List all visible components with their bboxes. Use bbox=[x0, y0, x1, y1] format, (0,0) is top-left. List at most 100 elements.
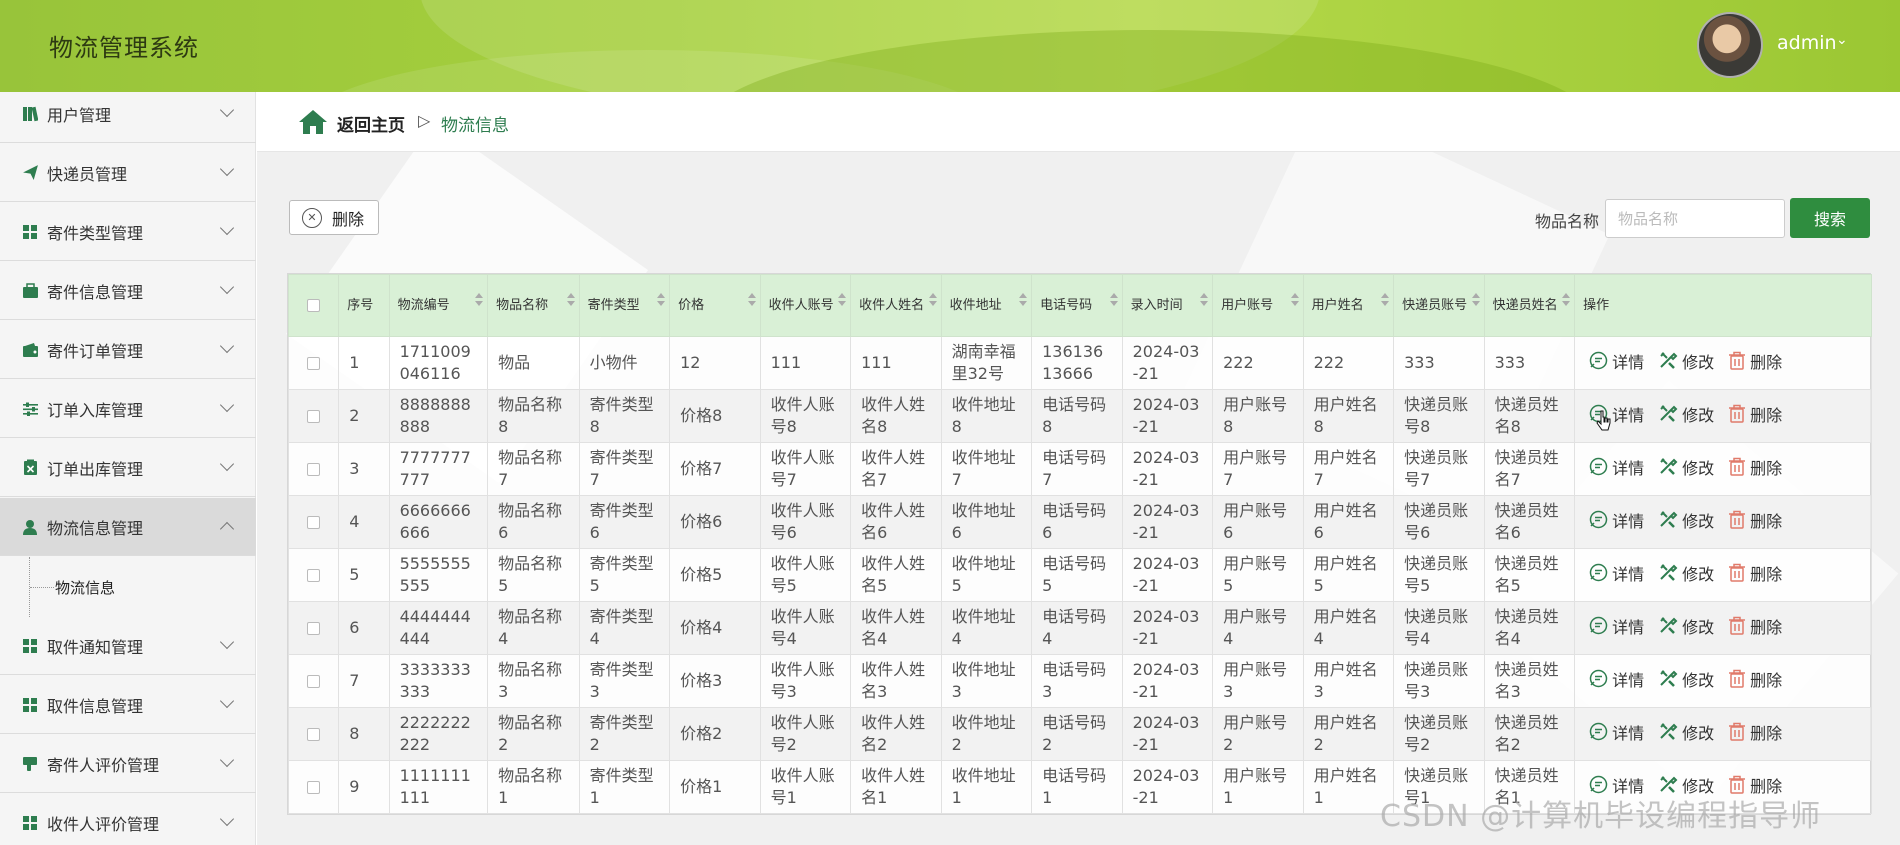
table-cell: 2222222222 bbox=[388, 707, 489, 761]
row-select-cell[interactable] bbox=[287, 548, 340, 602]
table-row[interactable]: 2 8888888888 物品名称8 寄件类型8 价格8 收件人账号8 收件人姓名8 收件地址… bbox=[287, 389, 1872, 443]
row-select-cell[interactable] bbox=[287, 760, 340, 814]
sidebar-item-receiver-review-management[interactable]: 收件人评价管理 bbox=[0, 794, 256, 845]
row-select-cell[interactable] bbox=[287, 389, 340, 443]
sidebar-item-user-management[interactable]: 用户管理 bbox=[0, 85, 256, 143]
sidebar-item-pickup-notice-management[interactable]: 取件通知管理 bbox=[0, 617, 256, 675]
row-select-cell[interactable] bbox=[287, 654, 340, 708]
table-cell: 用户账号8 bbox=[1212, 389, 1304, 443]
column-header-sortable[interactable]: 快递员账号 bbox=[1393, 274, 1485, 337]
row-select-cell[interactable] bbox=[287, 495, 340, 549]
sidebar-submenu-logistics-info[interactable]: 物流信息 bbox=[0, 557, 256, 617]
table-row[interactable]: 3 7777777777 物品名称7 寄件类型7 价格7 收件人账号7 收件人姓名7 收件地址… bbox=[287, 442, 1872, 496]
row-checkbox[interactable] bbox=[307, 727, 321, 741]
row-checkbox[interactable] bbox=[307, 568, 321, 582]
detail-button[interactable]: 详情 bbox=[1589, 722, 1644, 747]
table-cell: 收件人姓名4 bbox=[850, 601, 942, 655]
delete-button[interactable]: 删除 bbox=[1728, 722, 1782, 747]
avatar[interactable] bbox=[1697, 12, 1763, 78]
sidebar-item-outbound-management[interactable]: 订单出库管理 bbox=[0, 439, 256, 497]
row-checkbox[interactable] bbox=[307, 409, 321, 423]
detail-button[interactable]: 详情 bbox=[1589, 510, 1644, 535]
select-all-checkbox[interactable] bbox=[307, 299, 321, 312]
table-row[interactable]: 7 3333333333 物品名称3 寄件类型3 价格3 收件人账号3 收件人姓名3 收件地址… bbox=[287, 654, 1872, 708]
detail-button[interactable]: 详情 bbox=[1589, 616, 1644, 641]
delete-button[interactable]: 删除 bbox=[1728, 457, 1782, 482]
chevron-down-icon[interactable]: ⌄ bbox=[1836, 32, 1848, 48]
column-header-sortable[interactable]: 快递员姓名 bbox=[1483, 274, 1576, 337]
table-cell: 6 bbox=[338, 601, 390, 655]
breadcrumb-home-link[interactable]: 返回主页 bbox=[337, 111, 405, 136]
delete-button[interactable]: 删除 bbox=[1728, 510, 1782, 535]
header-select-all[interactable] bbox=[287, 274, 340, 337]
delete-button[interactable]: 删除 bbox=[1728, 404, 1782, 429]
user-menu-name[interactable]: admin bbox=[1777, 32, 1837, 54]
sidebar-item-inbound-management[interactable]: 订单入库管理 bbox=[0, 380, 256, 438]
table-header-row: 序号 物流编号 物品名称 寄件类型 价格 收件人账号 收件人姓名 收件地址 电话… bbox=[287, 274, 1872, 337]
row-checkbox[interactable] bbox=[307, 462, 321, 476]
edit-button[interactable]: 修改 bbox=[1658, 456, 1714, 482]
column-header-sortable[interactable]: 用户账号 bbox=[1212, 274, 1304, 337]
detail-button[interactable]: 详情 bbox=[1589, 669, 1644, 694]
row-select-cell[interactable] bbox=[287, 336, 340, 390]
delete-button[interactable]: 删除 bbox=[1728, 351, 1782, 376]
table-cell: 用户账号4 bbox=[1212, 601, 1304, 655]
row-checkbox[interactable] bbox=[307, 621, 321, 635]
table-cell: 1 bbox=[338, 336, 390, 390]
row-select-cell[interactable] bbox=[287, 442, 340, 496]
edit-button[interactable]: 修改 bbox=[1658, 668, 1714, 694]
table-cell: 收件人账号7 bbox=[759, 442, 852, 496]
column-header-sortable[interactable]: 收件人姓名 bbox=[850, 274, 942, 337]
row-checkbox[interactable] bbox=[307, 515, 321, 529]
row-select-cell[interactable] bbox=[287, 601, 340, 655]
row-select-cell[interactable] bbox=[287, 707, 340, 761]
detail-button[interactable]: 详情 bbox=[1589, 457, 1644, 482]
edit-button[interactable]: 修改 bbox=[1658, 721, 1714, 747]
table-cell: 收件人姓名8 bbox=[850, 389, 942, 443]
sidebar-item-shipment-info-management[interactable]: 寄件信息管理 bbox=[0, 262, 256, 320]
edit-button[interactable]: 修改 bbox=[1658, 615, 1714, 641]
table-row[interactable]: 1 1711009046116 物品 小物件 12 111 111 湖南幸福里32号 13613… bbox=[287, 336, 1872, 390]
sidebar-item-logistics-info-management[interactable]: 物流信息管理 bbox=[0, 498, 256, 556]
detail-button[interactable]: 详情 bbox=[1589, 563, 1644, 588]
delete-button[interactable]: 删除 bbox=[1728, 563, 1782, 588]
row-checkbox[interactable] bbox=[307, 356, 321, 370]
delete-button[interactable]: 删除 bbox=[1728, 616, 1782, 641]
table-cell: 快递员账号7 bbox=[1393, 442, 1485, 496]
column-header-sortable[interactable]: 物流编号 bbox=[388, 274, 489, 337]
delete-button[interactable]: 删除 bbox=[1728, 669, 1782, 694]
column-header-sortable[interactable]: 收件人账号 bbox=[759, 274, 852, 337]
search-button[interactable]: 搜索 bbox=[1790, 198, 1870, 238]
row-checkbox[interactable] bbox=[307, 780, 321, 794]
column-header-sortable[interactable]: 用户姓名 bbox=[1302, 274, 1395, 337]
table-row[interactable]: 5 5555555555 物品名称5 寄件类型5 价格5 收件人账号5 收件人姓名5 收件地址… bbox=[287, 548, 1872, 602]
sidebar-item-shipment-order-management[interactable]: 寄件订单管理 bbox=[0, 321, 256, 379]
table-cell: 价格3 bbox=[669, 654, 761, 708]
column-header-sortable[interactable]: 录入时间 bbox=[1121, 274, 1214, 337]
table-cell: 寄件类型4 bbox=[578, 601, 671, 655]
column-header-sortable[interactable]: 寄件类型 bbox=[578, 274, 671, 337]
column-header-sortable[interactable]: 收件地址 bbox=[940, 274, 1033, 337]
table-row[interactable]: 8 2222222222 物品名称2 寄件类型2 价格2 收件人账号2 收件人姓名2 收件地址… bbox=[287, 707, 1872, 761]
column-header-sortable[interactable]: 物品名称 bbox=[487, 274, 580, 337]
edit-button[interactable]: 修改 bbox=[1658, 350, 1714, 376]
sidebar-item-shipment-type-management[interactable]: 寄件类型管理 bbox=[0, 203, 256, 261]
sidebar-item-pickup-info-management[interactable]: 取件信息管理 bbox=[0, 676, 256, 734]
bulk-delete-button[interactable]: ✕ 删除 bbox=[289, 200, 379, 235]
sidebar-item-sender-review-management[interactable]: 寄件人评价管理 bbox=[0, 735, 256, 793]
table-row[interactable]: 4 6666666666 物品名称6 寄件类型6 价格6 收件人账号6 收件人姓名6 收件地址… bbox=[287, 495, 1872, 549]
detail-button[interactable]: 详情 bbox=[1589, 351, 1644, 376]
trash-icon bbox=[1728, 616, 1750, 641]
row-checkbox[interactable] bbox=[307, 674, 321, 688]
table-cell: 用户账号3 bbox=[1212, 654, 1304, 708]
column-header-sortable[interactable]: 价格 bbox=[669, 274, 761, 337]
sidebar-item-courier-management[interactable]: 快递员管理 bbox=[0, 144, 256, 202]
edit-button[interactable]: 修改 bbox=[1658, 403, 1714, 429]
table-cell: 333 bbox=[1483, 336, 1576, 390]
home-icon[interactable] bbox=[298, 109, 328, 139]
table-row[interactable]: 6 4444444444 物品名称4 寄件类型4 价格4 收件人账号4 收件人姓名4 收件地址… bbox=[287, 601, 1872, 655]
column-header-sortable[interactable]: 电话号码 bbox=[1031, 274, 1123, 337]
search-input[interactable] bbox=[1605, 199, 1785, 238]
edit-button[interactable]: 修改 bbox=[1658, 509, 1714, 535]
edit-button[interactable]: 修改 bbox=[1658, 562, 1714, 588]
